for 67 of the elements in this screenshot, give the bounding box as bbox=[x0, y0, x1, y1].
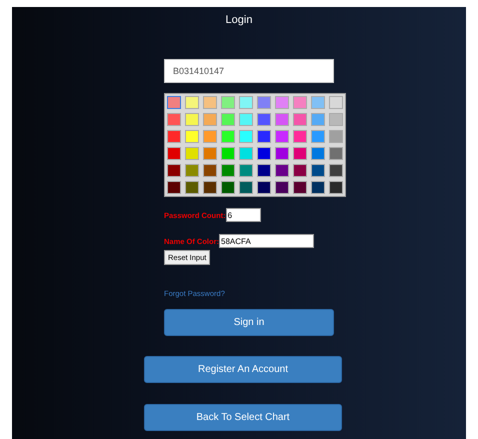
back-button[interactable]: Back To Select Chart bbox=[144, 404, 342, 431]
color-swatch[interactable] bbox=[239, 113, 253, 126]
color-swatch[interactable] bbox=[293, 113, 307, 126]
color-swatch[interactable] bbox=[257, 96, 271, 109]
color-swatch[interactable] bbox=[293, 181, 307, 194]
color-swatch[interactable] bbox=[275, 181, 289, 194]
color-swatch[interactable] bbox=[221, 113, 235, 126]
color-swatch[interactable] bbox=[311, 113, 325, 126]
color-swatch[interactable] bbox=[221, 181, 235, 194]
color-swatch[interactable] bbox=[329, 113, 343, 126]
color-swatch[interactable] bbox=[185, 147, 199, 160]
color-swatch[interactable] bbox=[203, 96, 217, 109]
color-swatch[interactable] bbox=[311, 96, 325, 109]
color-swatch[interactable] bbox=[167, 147, 181, 160]
color-swatch[interactable] bbox=[185, 181, 199, 194]
color-swatch[interactable] bbox=[203, 147, 217, 160]
username-field[interactable]: B031410147 bbox=[164, 59, 334, 83]
color-swatch[interactable] bbox=[275, 147, 289, 160]
color-swatch[interactable] bbox=[329, 130, 343, 143]
color-swatch[interactable] bbox=[311, 130, 325, 143]
color-swatch[interactable] bbox=[311, 164, 325, 177]
color-swatch[interactable] bbox=[239, 130, 253, 143]
color-swatch[interactable] bbox=[329, 147, 343, 160]
color-swatch[interactable] bbox=[275, 164, 289, 177]
color-swatch[interactable] bbox=[329, 96, 343, 109]
color-swatch[interactable] bbox=[257, 130, 271, 143]
color-swatch[interactable] bbox=[221, 96, 235, 109]
color-swatch[interactable] bbox=[167, 130, 181, 143]
page-title: Login bbox=[226, 14, 252, 26]
color-swatch[interactable] bbox=[203, 181, 217, 194]
color-swatch[interactable] bbox=[203, 164, 217, 177]
password-count-field[interactable]: 6 bbox=[226, 208, 261, 222]
sign-in-button[interactable]: Sign in bbox=[164, 309, 334, 336]
color-swatch[interactable] bbox=[293, 164, 307, 177]
color-swatch[interactable] bbox=[185, 164, 199, 177]
color-swatch[interactable] bbox=[167, 96, 181, 109]
color-swatch[interactable] bbox=[203, 130, 217, 143]
register-button[interactable]: Register An Account bbox=[144, 356, 342, 383]
color-swatch[interactable] bbox=[221, 164, 235, 177]
color-swatch[interactable] bbox=[185, 130, 199, 143]
color-swatch[interactable] bbox=[275, 113, 289, 126]
color-swatch[interactable] bbox=[257, 113, 271, 126]
color-swatch[interactable] bbox=[167, 113, 181, 126]
color-swatch[interactable] bbox=[293, 147, 307, 160]
color-swatch[interactable] bbox=[239, 96, 253, 109]
color-swatch[interactable] bbox=[329, 164, 343, 177]
color-swatch[interactable] bbox=[185, 113, 199, 126]
color-swatch[interactable] bbox=[275, 96, 289, 109]
color-swatch[interactable] bbox=[239, 164, 253, 177]
color-swatch[interactable] bbox=[311, 181, 325, 194]
color-swatch[interactable] bbox=[275, 130, 289, 143]
color-swatch[interactable] bbox=[239, 181, 253, 194]
color-swatch[interactable] bbox=[185, 96, 199, 109]
color-swatch[interactable] bbox=[221, 130, 235, 143]
color-swatch[interactable] bbox=[167, 181, 181, 194]
color-swatch[interactable] bbox=[293, 130, 307, 143]
color-swatch[interactable] bbox=[239, 147, 253, 160]
color-swatch[interactable] bbox=[257, 147, 271, 160]
color-swatch[interactable] bbox=[311, 147, 325, 160]
color-swatch[interactable] bbox=[329, 181, 343, 194]
color-swatch[interactable] bbox=[257, 181, 271, 194]
color-swatch[interactable] bbox=[203, 113, 217, 126]
color-name-field[interactable]: 58ACFA bbox=[219, 234, 314, 248]
color-swatch[interactable] bbox=[293, 96, 307, 109]
color-swatch[interactable] bbox=[167, 164, 181, 177]
color-swatch[interactable] bbox=[257, 164, 271, 177]
color-swatch[interactable] bbox=[221, 147, 235, 160]
